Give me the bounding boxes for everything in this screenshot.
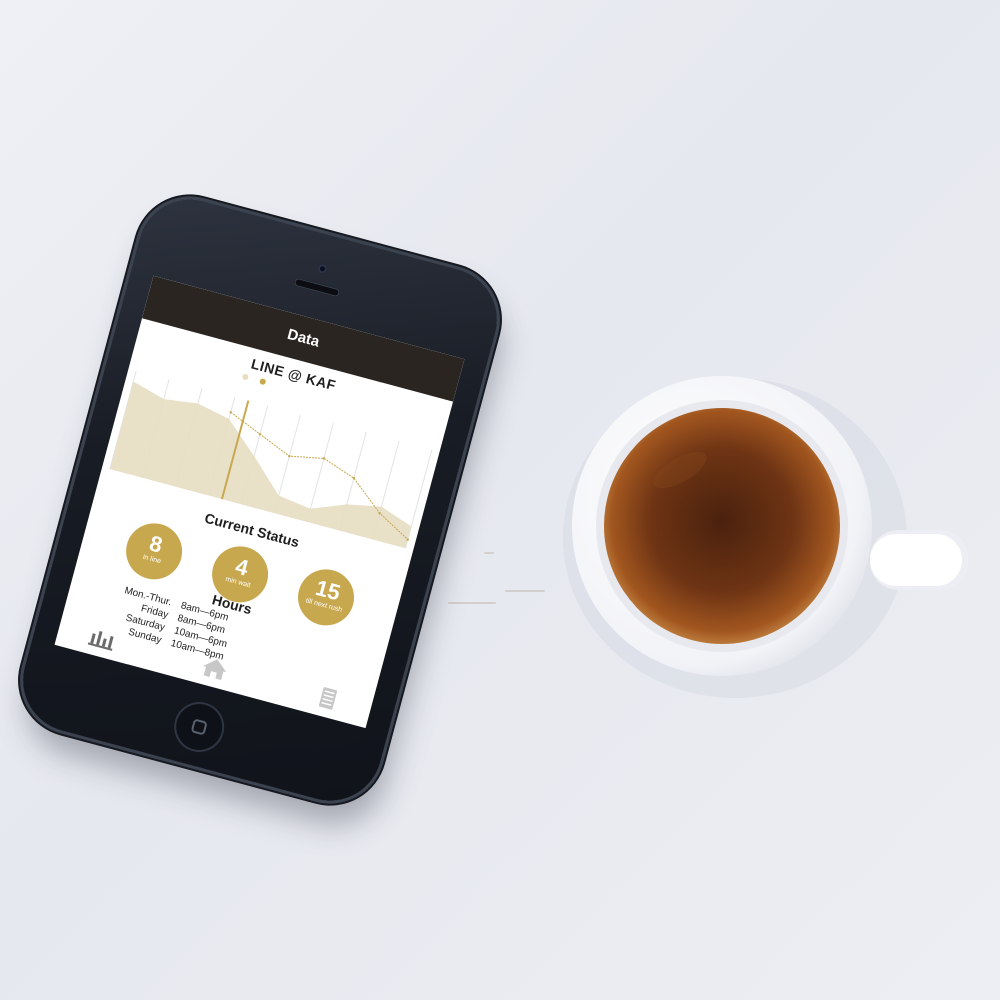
legend-dot-series-1	[241, 373, 250, 381]
camera	[316, 263, 328, 275]
chart-point	[288, 454, 291, 458]
legend-label-series-1	[249, 376, 251, 382]
table-scratch	[448, 602, 496, 604]
nav-title: Data	[285, 325, 322, 351]
legend-dot-series-2	[258, 377, 267, 386]
earpiece	[293, 277, 341, 298]
home-button[interactable]	[168, 696, 230, 758]
legend-item-series-1	[241, 373, 251, 382]
chart-point	[258, 433, 262, 436]
bar-chart-icon	[87, 630, 114, 651]
coffee-cup	[563, 376, 968, 698]
list-icon	[318, 687, 338, 710]
tab-home[interactable]	[199, 654, 232, 682]
tab-data[interactable]	[86, 624, 119, 652]
table-scratch	[505, 590, 545, 592]
legend-item-series-2	[258, 377, 268, 387]
table-scratch	[484, 552, 494, 554]
tab-info[interactable]	[312, 684, 345, 712]
home-icon	[203, 659, 227, 681]
legend-label-series-2	[266, 381, 268, 387]
app-screen: Data LINE @ KAF Current Status 8 in line…	[54, 275, 465, 729]
phone: Data LINE @ KAF Current Status 8 in line…	[11, 187, 509, 813]
home-button-square-icon	[190, 718, 208, 736]
